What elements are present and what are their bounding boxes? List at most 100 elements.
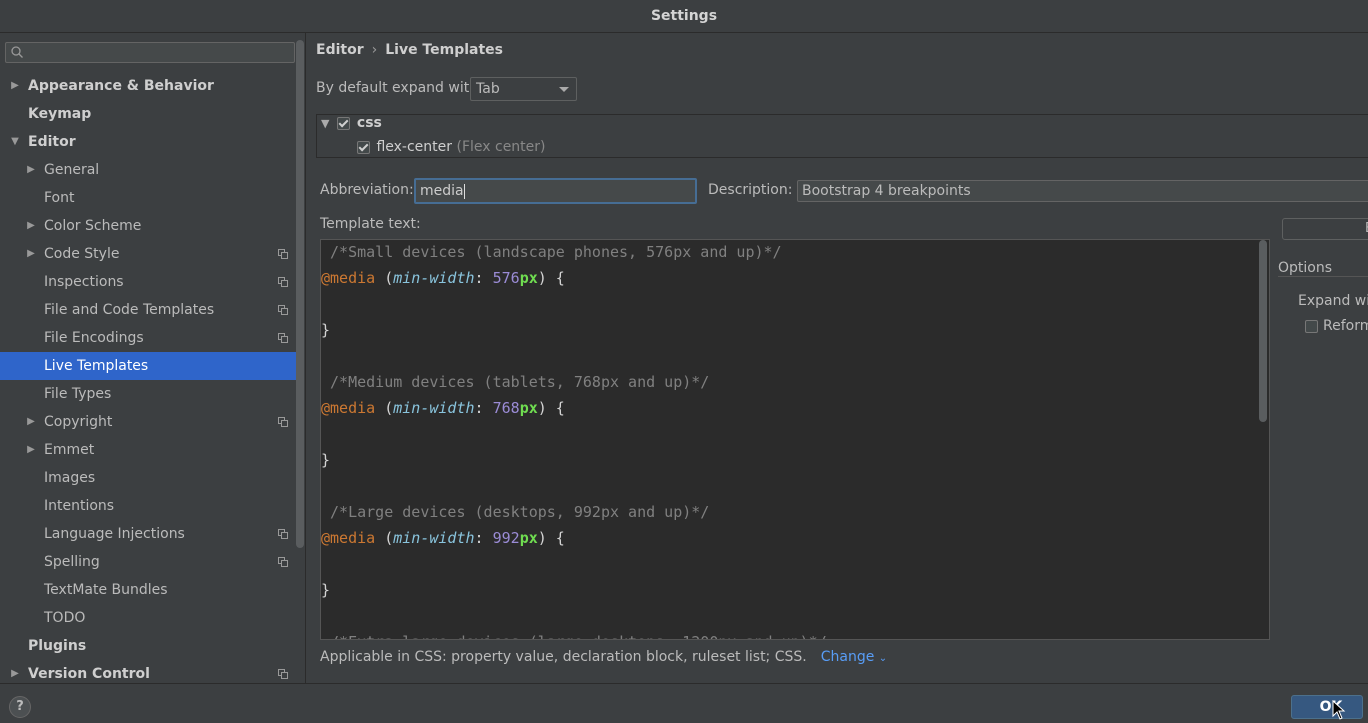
code-comment: /*Large devices (desktops, 992px and up)… bbox=[321, 503, 710, 521]
options-divider bbox=[1278, 276, 1368, 277]
template-list: ▼ css flex-center (Flex center) bbox=[316, 114, 1368, 158]
edit-variables-button[interactable]: E bbox=[1282, 218, 1368, 240]
expand-with-value: Tab bbox=[476, 81, 500, 97]
sidebar-item-copyright[interactable]: ▶ Copyright bbox=[0, 408, 296, 436]
chevron-right-icon[interactable]: ▶ bbox=[25, 240, 37, 268]
expand-arrow-icon[interactable]: ▼ bbox=[321, 117, 329, 130]
sidebar-item-editor[interactable]: ▼ Editor bbox=[0, 128, 296, 156]
group-name: css bbox=[356, 115, 382, 131]
chevron-right-icon[interactable]: ▶ bbox=[25, 408, 37, 436]
code-property: min-width bbox=[393, 529, 475, 547]
sidebar-item-label: TextMate Bundles bbox=[44, 582, 168, 598]
sidebar-item-images[interactable]: Images bbox=[0, 464, 296, 492]
chevron-right-icon[interactable]: ▶ bbox=[25, 436, 37, 464]
sidebar-item-spelling[interactable]: Spelling bbox=[0, 548, 296, 576]
editor-scrollbar[interactable] bbox=[1259, 240, 1267, 422]
template-row[interactable]: flex-center (Flex center) bbox=[357, 136, 546, 158]
chevron-right-icon[interactable]: ▶ bbox=[9, 72, 21, 100]
code-line-media: @media (min-width: 768px) { bbox=[321, 399, 565, 417]
template-group-row[interactable]: ▼ css bbox=[321, 112, 382, 134]
settings-search-input[interactable] bbox=[5, 42, 295, 63]
chevron-right-icon[interactable]: ▶ bbox=[25, 212, 37, 240]
code-comment: /*Small devices (landscape phones, 576px… bbox=[321, 243, 782, 261]
sidebar-item-emmet[interactable]: ▶ Emmet bbox=[0, 436, 296, 464]
change-contexts-link[interactable]: Change ⌄ bbox=[821, 649, 887, 665]
project-settings-icon bbox=[278, 333, 288, 343]
sidebar-item-label: Live Templates bbox=[44, 358, 149, 374]
sidebar-item-label: Spelling bbox=[44, 554, 100, 570]
window-title: Settings bbox=[650, 8, 718, 24]
breadcrumb-parent[interactable]: Editor bbox=[316, 42, 364, 58]
sidebar-item-label: Version Control bbox=[28, 666, 150, 682]
sidebar-item-label: Intentions bbox=[44, 498, 115, 514]
sidebar-scrollbar[interactable] bbox=[296, 40, 304, 548]
sidebar-item-appearance-behavior[interactable]: ▶ Appearance & Behavior bbox=[0, 72, 296, 100]
reformat-option[interactable]: Reform bbox=[1305, 318, 1368, 334]
sidebar-item-file-types[interactable]: File Types bbox=[0, 380, 296, 408]
template-desc: (Flex center) bbox=[456, 139, 546, 155]
sidebar-item-label: Plugins bbox=[28, 638, 87, 654]
sidebar-item-label: File Types bbox=[44, 386, 112, 402]
sidebar-item-color-scheme[interactable]: ▶ Color Scheme bbox=[0, 212, 296, 240]
ok-button[interactable]: OK bbox=[1291, 695, 1363, 719]
chevron-right-icon[interactable]: ▶ bbox=[25, 156, 37, 184]
code-number: 768 bbox=[492, 399, 520, 417]
code-line-comment: /*Large devices (desktops, 992px and up)… bbox=[321, 499, 709, 525]
code-comment: /*Extra large devices (large desktops, 1… bbox=[321, 633, 827, 639]
applicable-text: Applicable in CSS: property value, decla… bbox=[320, 649, 807, 665]
help-button[interactable]: ? bbox=[9, 696, 31, 718]
text-caret bbox=[463, 183, 465, 199]
abbreviation-input[interactable]: media bbox=[414, 178, 697, 204]
sidebar-item-keymap[interactable]: Keymap bbox=[0, 100, 296, 128]
sidebar-item-font[interactable]: Font bbox=[0, 184, 296, 212]
sidebar-item-plugins[interactable]: Plugins bbox=[0, 632, 296, 660]
code-line-comment: /*Small devices (landscape phones, 576px… bbox=[321, 240, 782, 265]
window-title-bar: Settings bbox=[0, 0, 1368, 33]
description-input[interactable]: Bootstrap 4 breakpoints bbox=[797, 180, 1368, 202]
sidebar-item-inspections[interactable]: Inspections bbox=[0, 268, 296, 296]
abbreviation-value: media bbox=[420, 183, 464, 199]
code-line-close: } bbox=[321, 581, 331, 599]
sidebar-item-live-templates[interactable]: Live Templates bbox=[0, 352, 296, 380]
sidebar-item-general[interactable]: ▶ General bbox=[0, 156, 296, 184]
code-number: 992 bbox=[492, 529, 520, 547]
description-label: Description: bbox=[708, 182, 793, 198]
code-line-close: } bbox=[321, 321, 331, 339]
template-checkbox[interactable] bbox=[357, 140, 370, 154]
sidebar-item-label: Font bbox=[44, 190, 75, 206]
expand-with-dropdown[interactable]: Tab bbox=[470, 77, 577, 101]
breadcrumb-current: Live Templates bbox=[385, 42, 503, 58]
mouse-pointer-icon bbox=[1332, 700, 1346, 720]
reformat-checkbox[interactable] bbox=[1305, 319, 1318, 333]
chevron-down-icon[interactable]: ▼ bbox=[9, 128, 21, 156]
settings-tree: ▶ Appearance & Behavior Keymap ▼ Editor ▶ Gene… bbox=[0, 72, 296, 683]
sidebar-item-language-injections[interactable]: Language Injections bbox=[0, 520, 296, 548]
sidebar-item-intentions[interactable]: Intentions bbox=[0, 492, 296, 520]
sidebar-item-label: Appearance & Behavior bbox=[28, 78, 214, 94]
group-checkbox[interactable] bbox=[337, 116, 351, 130]
reformat-label: Reform bbox=[1323, 318, 1368, 334]
sidebar-item-textmate-bundles[interactable]: TextMate Bundles bbox=[0, 576, 296, 604]
code-number: 576 bbox=[492, 269, 520, 287]
code-line-comment: /*Extra large devices (large desktops, 1… bbox=[321, 629, 827, 639]
template-text-editor[interactable]: /*Small devices (landscape phones, 576px… bbox=[320, 239, 1270, 640]
sidebar-item-code-style[interactable]: ▶ Code Style bbox=[0, 240, 296, 268]
code-property: min-width bbox=[393, 269, 475, 287]
sidebar-item-file-encodings[interactable]: File Encodings bbox=[0, 324, 296, 352]
sidebar-item-label: Color Scheme bbox=[44, 218, 142, 234]
sidebar-item-label: Copyright bbox=[44, 414, 113, 430]
sidebar-item-label: General bbox=[44, 162, 100, 178]
project-settings-icon bbox=[278, 529, 288, 539]
options-title: Options bbox=[1278, 260, 1333, 276]
chevron-right-icon[interactable]: ▶ bbox=[9, 660, 21, 683]
sidebar-item-todo[interactable]: TODO bbox=[0, 604, 296, 632]
sidebar-item-label: Inspections bbox=[44, 274, 124, 290]
code-at-rule: @media bbox=[321, 399, 376, 417]
sidebar-item-label: Code Style bbox=[44, 246, 120, 262]
sidebar-item-file-and-code-templates[interactable]: File and Code Templates bbox=[0, 296, 296, 324]
help-icon: ? bbox=[16, 699, 24, 714]
sidebar-item-version-control[interactable]: ▶ Version Control bbox=[0, 660, 296, 683]
breadcrumb: Editor › Live Templates bbox=[316, 42, 503, 60]
sidebar-item-label: File Encodings bbox=[44, 330, 144, 346]
sidebar-item-label: Emmet bbox=[44, 442, 95, 458]
